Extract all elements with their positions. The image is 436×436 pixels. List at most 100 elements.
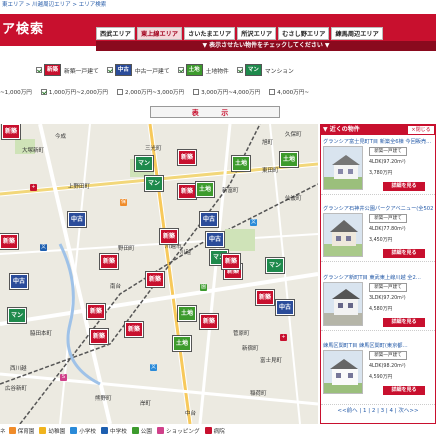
map-place-label: 上野田町: [68, 184, 91, 190]
map-marker-new[interactable]: 新築: [0, 234, 19, 249]
legend-prefix: ネ: [0, 428, 6, 435]
map-place-label: 旭町: [262, 140, 274, 146]
map-place-label: 富士見町: [260, 358, 283, 364]
map-marker-land[interactable]: 土地: [280, 152, 299, 167]
listing-card: グランシア新町T目 東武東上線川越 全2… 新築一戸建て 3LDK(97.20m…: [321, 272, 435, 331]
map-poi-icon[interactable]: +: [30, 184, 37, 191]
listing-title[interactable]: グランシア石神井公園パークアベニュー(全502…: [323, 205, 433, 212]
listing-title[interactable]: グランシア富士見町T目 新築全6棟 今回販売…: [323, 138, 433, 145]
breadcrumb-current: エリア検索: [78, 2, 107, 8]
listing-photo[interactable]: [323, 213, 363, 257]
tab-seibu-area[interactable]: 西武エリア: [96, 27, 135, 40]
price-range-filters: ~1,000万円 1,000万円~2,000万円 2,000万円~3,000万円…: [0, 87, 436, 97]
map-marker-new[interactable]: 新築: [160, 229, 179, 244]
map-marker-new[interactable]: 新築: [222, 254, 241, 269]
map-marker-used[interactable]: 中古: [200, 212, 219, 227]
legend-item: 中学校: [101, 427, 127, 435]
map-poi-icon[interactable]: 園: [200, 284, 207, 291]
map-place-label: 今成: [55, 134, 67, 140]
map-marker-new[interactable]: 新築: [178, 150, 197, 165]
map-marker-used[interactable]: 中古: [206, 232, 225, 247]
map-poi-icon[interactable]: 文: [250, 219, 257, 226]
map-marker-new[interactable]: 新築: [2, 124, 21, 139]
price-1000-2000-checkbox[interactable]: [40, 89, 47, 95]
price-3000-4000-checkbox[interactable]: [193, 89, 200, 95]
listing-layout: 4LDK(77.80m²): [369, 227, 406, 232]
show-button[interactable]: 表 示: [150, 106, 280, 118]
map-marker-new[interactable]: 新築: [200, 314, 219, 329]
price-2000-3000-checkbox[interactable]: [116, 89, 123, 95]
new-house-checkbox[interactable]: [36, 67, 42, 73]
listing-title[interactable]: グランシア新町T目 東武東上線川越 全2…: [323, 274, 433, 281]
map-marker-new[interactable]: 新築: [256, 290, 275, 305]
map-marker-land[interactable]: 土地: [178, 306, 197, 321]
used-house-checkbox[interactable]: [106, 67, 113, 73]
filter-used-house[interactable]: 中古 中古一戸建て: [106, 64, 170, 76]
price-3000-4000[interactable]: 3,000万円~4,000万円: [193, 88, 260, 96]
filter-land[interactable]: 土地 土地物件: [177, 64, 229, 76]
map-marker-new[interactable]: 新築: [100, 254, 119, 269]
tab-tokorozawa-area[interactable]: 所沢エリア: [237, 27, 277, 40]
map-marker-new[interactable]: 新築: [90, 329, 109, 344]
map-poi-icon[interactable]: 文: [40, 244, 47, 251]
listing-price: 3,450万円: [369, 238, 393, 243]
price-1000-2000[interactable]: 1,000万円~2,000万円: [40, 88, 108, 96]
listing-photo[interactable]: [323, 282, 363, 326]
map-place-label: 中台: [185, 411, 197, 417]
map-marker-new[interactable]: 新築: [146, 272, 165, 287]
mansion-checkbox[interactable]: [236, 67, 243, 73]
map-place-label: 南台: [110, 284, 122, 290]
price-under-1000-label: ~1,000万円: [0, 90, 32, 96]
detail-button[interactable]: 詳細を見る: [383, 249, 425, 258]
map-marker-man[interactable]: マン: [145, 176, 164, 191]
legend-item: ショッピング: [157, 427, 200, 435]
tab-saitama-area[interactable]: さいたまエリア: [184, 27, 236, 40]
map-marker-man[interactable]: マン: [8, 308, 27, 323]
map-place-label: 稲荷町: [250, 391, 267, 397]
listing-title[interactable]: 練馬区関町T目 練馬区関町(東京都…: [323, 342, 433, 349]
listing-photo[interactable]: [323, 350, 363, 394]
land-label: 土地物件: [205, 68, 229, 75]
detail-button[interactable]: 詳細を見る: [383, 386, 425, 395]
map-marker-new[interactable]: 新築: [87, 304, 106, 319]
map-place-label: 菅原町: [233, 331, 250, 337]
pagination[interactable]: <<前へ | 1 | 2 | 3 | 4 | 次へ>>: [321, 406, 435, 416]
property-map[interactable]: 今成 三光町 大塚新町 上野田町 野田町 川越市 川越 新富町 東田町 仙波町 脇田本町 新宿町 富士見…: [0, 124, 318, 424]
map-marker-land[interactable]: 土地: [232, 156, 251, 171]
tab-tojo-line-area[interactable]: 東上線エリア: [136, 27, 183, 40]
listing-card: グランシア富士見町T目 新築全6棟 今回販売… 新築一戸建て 4LDK(97.2…: [321, 136, 435, 195]
close-panel-button[interactable]: ×閉じる: [408, 126, 434, 134]
map-poi-icon[interactable]: +: [280, 334, 287, 341]
tab-nerima-area[interactable]: 練馬周辺エリア: [331, 27, 383, 40]
breadcrumb-link-1[interactable]: 川越周辺エリア: [32, 2, 71, 8]
price-2000-3000-label: 2,000万円~3,000万円: [124, 90, 185, 96]
listing-card: 練馬区関町T目 練馬区関町(東京都… 新築一戸建て 4LDK(98.20m²) …: [321, 340, 435, 405]
breadcrumb-link-0[interactable]: 東エリア: [2, 2, 24, 8]
legend-icon: [157, 427, 164, 434]
price-over-4000[interactable]: 4,000万円~: [269, 88, 309, 96]
land-checkbox[interactable]: [177, 67, 184, 73]
price-over-4000-checkbox[interactable]: [269, 89, 276, 95]
filter-mansion[interactable]: マン マンション: [236, 64, 294, 76]
map-marker-land[interactable]: 土地: [173, 336, 192, 351]
map-poi-icon[interactable]: 文: [150, 364, 157, 371]
filter-new-house[interactable]: 新築 新築一戸建て: [36, 64, 99, 76]
tab-musashino-area[interactable]: むさし野エリア: [278, 27, 330, 40]
price-2000-3000[interactable]: 2,000万円~3,000万円: [116, 88, 185, 96]
listing-layout: 3LDK(97.20m²): [369, 296, 406, 301]
map-marker-man[interactable]: マン: [135, 156, 154, 171]
legend-label: 中学校: [110, 428, 127, 435]
map-marker-used[interactable]: 中古: [10, 274, 29, 289]
detail-button[interactable]: 詳細を見る: [383, 318, 425, 327]
map-marker-man[interactable]: マン: [266, 258, 285, 273]
map-poi-icon[interactable]: S: [60, 374, 67, 381]
map-marker-new[interactable]: 新築: [178, 184, 197, 199]
map-marker-used[interactable]: 中古: [276, 300, 295, 315]
detail-button[interactable]: 詳細を見る: [383, 182, 425, 191]
price-under-1000[interactable]: ~1,000万円: [0, 88, 32, 96]
map-marker-new[interactable]: 新築: [125, 322, 144, 337]
map-marker-used[interactable]: 中古: [68, 212, 87, 227]
map-poi-icon[interactable]: 保: [120, 199, 127, 206]
map-marker-land[interactable]: 土地: [196, 182, 215, 197]
listing-photo[interactable]: [323, 146, 363, 190]
